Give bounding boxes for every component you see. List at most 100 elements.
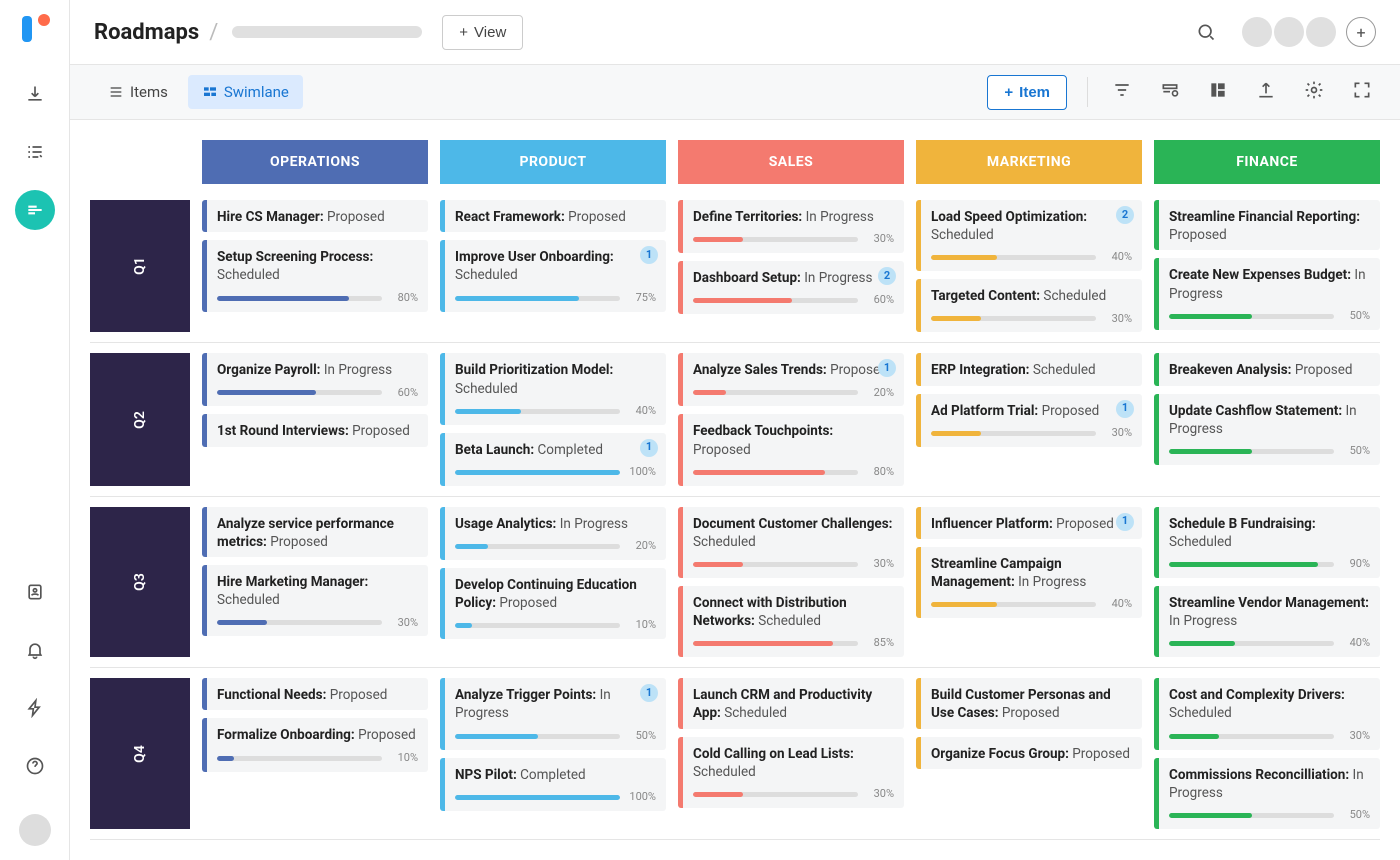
swimlane-card[interactable]: Organize Focus GroupProposed	[916, 737, 1142, 769]
gear-icon[interactable]	[1300, 76, 1328, 109]
swimlane-card[interactable]: Analyze service performance metricsPropo…	[202, 507, 428, 557]
presence-avatar[interactable]	[1274, 17, 1304, 47]
lane-header-operations[interactable]: OPERATIONS	[202, 140, 428, 184]
help-icon[interactable]	[15, 746, 55, 786]
lane-header-product[interactable]: PRODUCT	[440, 140, 666, 184]
swimlane-card[interactable]: Create New Expenses BudgetIn Progress50%	[1154, 258, 1380, 329]
user-avatar[interactable]	[19, 814, 51, 846]
swimlane-card[interactable]: Breakeven AnalysisProposed	[1154, 353, 1380, 385]
add-view-button[interactable]: + View	[442, 15, 523, 50]
card-title: Improve User Onboarding	[455, 249, 614, 265]
card-progress-pct: 30%	[866, 557, 894, 572]
swimlane-card[interactable]: Develop Continuing Education PolicyPropo…	[440, 568, 666, 639]
swimlane-card[interactable]: Analyze Sales TrendsProposed120%	[678, 353, 904, 406]
swimlane-card[interactable]: Document Customer ChallengesScheduled30%	[678, 507, 904, 578]
swimlane-card[interactable]: Build Prioritization ModelScheduled40%	[440, 353, 666, 424]
swimlane-card[interactable]: Load Speed OptimizationScheduled240%	[916, 200, 1142, 271]
lane-header-marketing[interactable]: MARKETING	[916, 140, 1142, 184]
download-icon[interactable]	[15, 74, 55, 114]
card-title: Formalize Onboarding	[217, 727, 358, 743]
card-status: Scheduled	[1033, 362, 1096, 378]
add-item-button[interactable]: + Item	[987, 75, 1067, 110]
swimlane-card[interactable]: Streamline Campaign ManagementIn Progres…	[916, 547, 1142, 618]
card-progress-pct: 90%	[1342, 557, 1370, 572]
swimlane-card[interactable]: Functional NeedsProposed	[202, 678, 428, 710]
invite-button[interactable]: +	[1346, 17, 1376, 47]
card-status: Scheduled	[1169, 534, 1232, 550]
card-title: 1st Round Interviews	[217, 423, 352, 439]
swimlane-card[interactable]: Launch CRM and Productivity AppScheduled	[678, 678, 904, 728]
swimlane-card[interactable]: Schedule B FundraisingScheduled90%	[1154, 507, 1380, 578]
card-badge: 2	[1116, 206, 1134, 224]
search-icon[interactable]	[1186, 12, 1226, 52]
card-title: Define Territories	[693, 209, 806, 225]
tab-items[interactable]: Items	[94, 75, 182, 109]
card-status: Proposed	[358, 727, 416, 743]
swimlane-card[interactable]: Ad Platform TrialProposed130%	[916, 394, 1142, 447]
swimlane-card[interactable]: Beta LaunchCompleted1100%	[440, 433, 666, 486]
swimlane-card[interactable]: Cost and Complexity DriversScheduled30%	[1154, 678, 1380, 749]
breadcrumb-separator: /	[209, 20, 218, 45]
swimlane-card[interactable]: Improve User OnboardingScheduled175%	[440, 240, 666, 311]
swimlane-card[interactable]: Streamline Financial ReportingProposed	[1154, 200, 1380, 250]
list-icon[interactable]	[15, 132, 55, 172]
card-status: Scheduled	[455, 267, 518, 283]
swimlane-card[interactable]: Targeted ContentScheduled30%	[916, 279, 1142, 332]
contacts-icon[interactable]	[15, 572, 55, 612]
swimlane-card[interactable]: Hire Marketing ManagerScheduled30%	[202, 565, 428, 636]
lane-header-finance[interactable]: FINANCE	[1154, 140, 1380, 184]
card-progress: 90%	[1169, 557, 1370, 572]
fullscreen-icon[interactable]	[1348, 76, 1376, 109]
swimlane-card[interactable]: Influencer PlatformProposed1	[916, 507, 1142, 539]
bell-icon[interactable]	[15, 630, 55, 670]
swimlane-card[interactable]: Feedback TouchpointsProposed80%	[678, 414, 904, 485]
swimlane-card[interactable]: Streamline Vendor ManagementIn Progress4…	[1154, 586, 1380, 657]
swimlane-card[interactable]: Usage AnalyticsIn Progress20%	[440, 507, 666, 560]
swimlane-card[interactable]: Cold Calling on Lead ListsScheduled30%	[678, 737, 904, 808]
swimlane-card[interactable]: Build Customer Personas and Use CasesPro…	[916, 678, 1142, 728]
card-progress: 60%	[217, 386, 418, 401]
presence-avatar[interactable]	[1242, 17, 1272, 47]
swimlane-card[interactable]: Hire CS ManagerProposed	[202, 200, 428, 232]
swimlane-card[interactable]: 1st Round InterviewsProposed	[202, 414, 428, 446]
swimlane-card[interactable]: Formalize OnboardingProposed 10%	[202, 718, 428, 771]
swimlane-card[interactable]: Define TerritoriesIn Progress30%	[678, 200, 904, 253]
presence-avatar[interactable]	[1306, 17, 1336, 47]
link-icon[interactable]	[1156, 76, 1184, 109]
swimlane-card[interactable]: Organize PayrollIn Progress60%	[202, 353, 428, 406]
swimlane-card[interactable]: ERP IntegrationScheduled	[916, 353, 1142, 385]
quarter-label: Q1	[90, 200, 190, 332]
swimlane-cell: Organize PayrollIn Progress60% 1st Round …	[202, 353, 428, 485]
swimlane-card[interactable]: Setup Screening ProcessScheduled80%	[202, 240, 428, 311]
export-icon[interactable]	[1252, 76, 1280, 109]
swimlane-card[interactable]: Dashboard SetupIn Progress260%	[678, 261, 904, 314]
swimlane-card[interactable]: Analyze Trigger PointsIn Progress150%	[440, 678, 666, 749]
swimlane-nav-icon[interactable]	[15, 190, 55, 230]
lane-header-sales[interactable]: SALES	[678, 140, 904, 184]
swimlane-card[interactable]: NPS PilotCompleted100%	[440, 758, 666, 811]
swimlane-cell: Usage AnalyticsIn Progress20% Develop Con…	[440, 507, 666, 658]
page-header: Roadmaps / + View +	[70, 0, 1400, 64]
card-title: Cold Calling on Lead Lists	[693, 746, 854, 762]
card-progress: 30%	[931, 426, 1132, 441]
card-status: Proposed	[693, 442, 751, 458]
card-progress-pct: 30%	[1104, 312, 1132, 327]
tab-items-label: Items	[130, 83, 168, 101]
card-title: Functional Needs	[217, 687, 330, 703]
page-title: Roadmaps	[94, 20, 199, 45]
swimlane-card[interactable]: React FrameworkProposed	[440, 200, 666, 232]
swimlane-card[interactable]: Commissions ReconcilliationIn Progress50…	[1154, 758, 1380, 829]
quarter-label: Q3	[90, 507, 190, 658]
swimlane-card[interactable]: Connect with Distribution NetworksSchedu…	[678, 586, 904, 657]
layout-icon[interactable]	[1204, 76, 1232, 109]
swimlane-card[interactable]: Update Cashflow StatementIn Progress50%	[1154, 394, 1380, 465]
bolt-icon[interactable]	[15, 688, 55, 728]
swimlane-cell: Cost and Complexity DriversScheduled30% C…	[1154, 678, 1380, 829]
card-status: Proposed	[327, 209, 385, 225]
tab-swimlane[interactable]: Swimlane	[188, 75, 303, 109]
card-progress: 10%	[217, 751, 418, 766]
card-title: Targeted Content	[931, 288, 1043, 304]
plus-icon: +	[1004, 84, 1013, 101]
filter-icon[interactable]	[1108, 76, 1136, 109]
card-title: Streamline Financial Reporting	[1169, 209, 1360, 225]
